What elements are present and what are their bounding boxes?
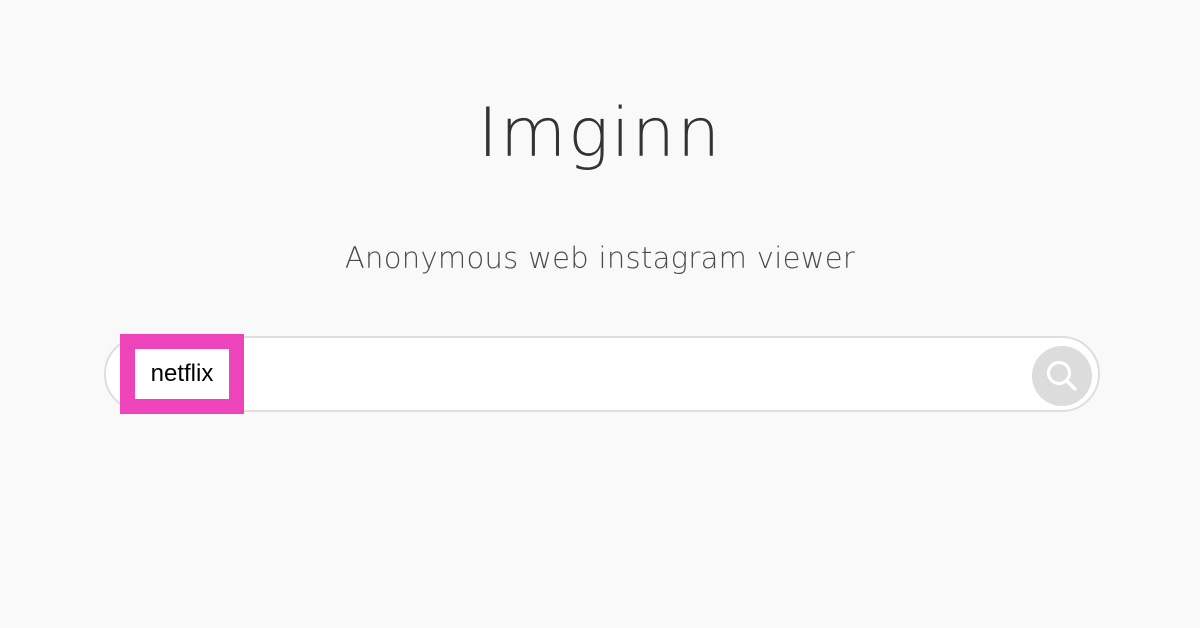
search-form: [104, 336, 1100, 412]
search-input[interactable]: [122, 338, 1022, 410]
highlighted-search-text: netflix: [150, 360, 214, 387]
site-title[interactable]: Imginn: [0, 92, 1200, 176]
highlight-annotation: netflix: [120, 334, 244, 414]
page: Imginn Anonymous web instagram viewer ne…: [0, 0, 1200, 628]
search-icon: [1046, 360, 1077, 391]
tagline: Anonymous web instagram viewer: [344, 241, 856, 275]
search-button[interactable]: [1032, 346, 1092, 406]
